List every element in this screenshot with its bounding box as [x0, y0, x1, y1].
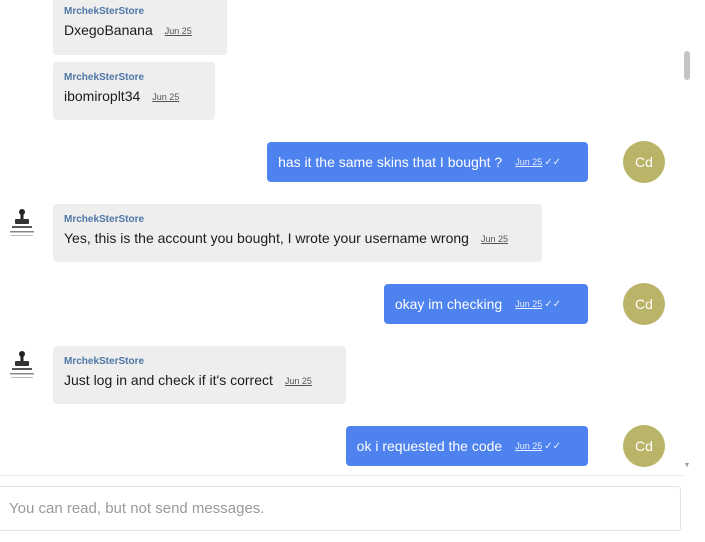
incoming-message-bubble: MrchekSterStore DxegoBanana Jun 25: [53, 0, 227, 55]
user-avatar[interactable]: Cd: [623, 141, 665, 183]
sender-name: MrchekSterStore: [64, 356, 145, 367]
outgoing-message-bubble: okay im checking Jun 25 ✓✓: [383, 284, 588, 324]
incoming-message-bubble: MrchekSterStore Yes, this is the account…: [53, 204, 542, 262]
double-check-icon: ✓✓: [544, 298, 561, 310]
user-avatar[interactable]: Cd: [623, 283, 665, 325]
message-text: okay im checking: [394, 296, 503, 312]
chat-message-list[interactable]: MrchekSterStore DxegoBanana Jun 25 Mrchek…: [0, 0, 680, 474]
sender-name: MrchekSterStore: [64, 214, 145, 225]
message-time[interactable]: Jun 25: [165, 26, 192, 36]
sender-name: MrchekSterStore: [64, 72, 145, 83]
message-text: ok i requested the code: [356, 438, 503, 454]
message-time[interactable]: Jun 25: [152, 92, 179, 102]
read-only-notice: You can read, but not send messages.: [9, 500, 265, 517]
incoming-message-bubble: MrchekSterStore ibomiroplt34 Jun 25: [53, 62, 215, 120]
message-text: Just log in and check if it's correct: [64, 372, 273, 388]
user-avatar[interactable]: Cd: [623, 425, 665, 467]
scrollbar-thumb[interactable]: [684, 51, 690, 80]
scroll-down-arrow-icon[interactable]: ▼: [683, 462, 691, 469]
message-text: ibomiroplt34: [64, 88, 141, 104]
message-time[interactable]: Jun 25: [515, 299, 542, 309]
message-text: Yes, this is the account you bought, I w…: [64, 230, 469, 246]
message-text: has it the same skins that I bought ?: [278, 154, 503, 170]
store-logo-icon[interactable]: [4, 347, 40, 383]
double-check-icon: ✓✓: [544, 440, 561, 452]
message-time[interactable]: Jun 25: [481, 234, 508, 244]
message-time[interactable]: Jun 25: [515, 157, 542, 167]
outgoing-message-bubble: ok i requested the code Jun 25 ✓✓: [345, 426, 588, 466]
double-check-icon: ✓✓: [544, 156, 561, 168]
store-logo-icon[interactable]: [4, 205, 40, 241]
message-composer: You can read, but not send messages.: [0, 486, 681, 531]
incoming-message-bubble: MrchekSterStore Just log in and check if…: [53, 346, 346, 404]
sender-name: MrchekSterStore: [64, 6, 145, 17]
composer-divider: [0, 475, 684, 476]
outgoing-message-bubble: has it the same skins that I bought ? Jun…: [267, 142, 588, 182]
message-text: DxegoBanana: [64, 22, 153, 38]
message-time[interactable]: Jun 25: [515, 441, 542, 451]
chat-scrollbar[interactable]: ▼: [683, 0, 691, 474]
message-time[interactable]: Jun 25: [285, 376, 312, 386]
